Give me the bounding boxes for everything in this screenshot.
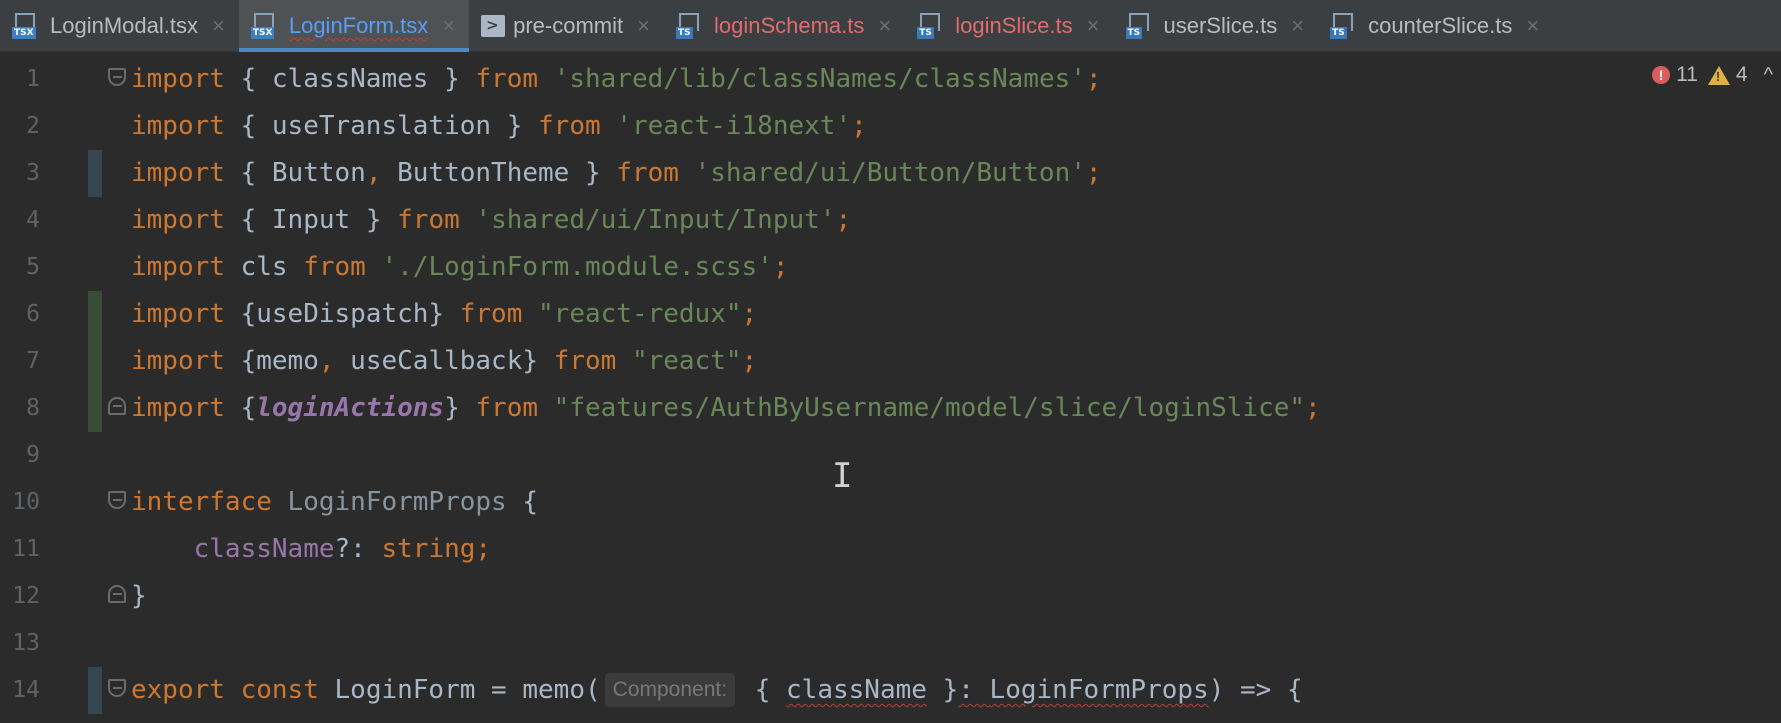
text-cursor-icon: I [832, 456, 853, 496]
ide-editor-window: TSX LoginModal.tsx × TSX LoginForm.tsx ×… [0, 0, 1781, 723]
tab-pre-commit[interactable]: > pre-commit × [469, 0, 664, 52]
shell-script-icon: > [481, 15, 506, 37]
tab-userslice-ts[interactable]: TS userSlice.ts × [1114, 0, 1319, 52]
tab-label: counterSlice.ts [1368, 13, 1513, 38]
code-line-14: export const LoginForm = memo(Component:… [131, 673, 1303, 707]
code-line-2: import { useTranslation } from 'react-i1… [131, 111, 867, 141]
tab-loginform-tsx[interactable]: TSX LoginForm.tsx × [238, 0, 470, 52]
editor-gutter: 1 2 3 4 5 6 7 8 9 10 11 12 13 14 [0, 52, 100, 723]
line-number: 11 [12, 536, 40, 562]
tsx-file-icon: TSX [12, 11, 42, 41]
vcs-modified-marker[interactable] [88, 150, 102, 197]
vcs-added-marker[interactable] [88, 291, 102, 432]
tab-label: loginSchema.ts [713, 13, 865, 38]
line-number: 4 [26, 207, 40, 233]
tab-loginslice-ts[interactable]: TS loginSlice.ts × [905, 0, 1113, 52]
line-number: 6 [26, 301, 40, 327]
tab-label: loginSlice.ts [955, 13, 1073, 38]
tab-loginmodal-tsx[interactable]: TSX LoginModal.tsx × [0, 0, 239, 52]
tab-label: userSlice.ts [1163, 13, 1278, 38]
code-line-10: interface LoginFormProps { [131, 487, 539, 517]
ts-file-icon: TS [1330, 11, 1360, 41]
line-number: 10 [12, 489, 40, 515]
tab-counterslice-ts[interactable]: TS counterSlice.ts × [1318, 0, 1553, 52]
tsx-file-icon: TSX [250, 11, 281, 41]
fold-marker-icon[interactable] [108, 68, 126, 86]
close-icon[interactable]: × [637, 13, 650, 39]
code-line-6: import {useDispatch} from "react-redux"; [131, 299, 758, 329]
line-number: 12 [12, 583, 40, 609]
close-icon[interactable]: × [1526, 13, 1539, 39]
close-icon[interactable]: × [878, 13, 891, 39]
code-editor[interactable]: import { classNames } from 'shared/lib/c… [131, 52, 1781, 723]
code-line-1: import { classNames } from 'shared/lib/c… [131, 64, 1102, 94]
line-number: 14 [12, 677, 40, 703]
editor-tab-bar: TSX LoginModal.tsx × TSX LoginForm.tsx ×… [0, 0, 1781, 52]
fold-marker-icon[interactable] [108, 679, 126, 697]
ts-file-icon: TS [1125, 11, 1156, 41]
line-number: 2 [26, 113, 40, 139]
line-number: 7 [26, 348, 40, 374]
line-number: 5 [26, 254, 40, 280]
code-line-5: import cls from './LoginForm.module.scss… [131, 252, 789, 282]
fold-marker-icon[interactable] [108, 397, 126, 415]
vcs-modified-marker[interactable] [88, 667, 102, 714]
line-number: 9 [26, 442, 40, 468]
code-line-4: import { Input } from 'shared/ui/Input/I… [131, 205, 852, 235]
tab-label: pre-commit [513, 13, 624, 38]
parameter-hint: Component: [604, 673, 736, 707]
line-number: 1 [26, 66, 40, 92]
close-icon[interactable]: × [1087, 13, 1100, 39]
line-number: 13 [12, 630, 40, 656]
line-number: 8 [26, 395, 40, 421]
tab-label: LoginForm.tsx [288, 13, 429, 38]
ts-file-icon: TS [917, 11, 947, 41]
close-icon[interactable]: × [442, 13, 455, 39]
code-line-11: className?: string; [193, 534, 492, 564]
code-line-7: import {memo, useCallback} from "react"; [131, 346, 758, 376]
close-icon[interactable]: × [212, 13, 225, 39]
tab-loginschema-ts[interactable]: TS loginSchema.ts × [664, 0, 905, 52]
fold-marker-icon[interactable] [108, 491, 126, 509]
code-line-12: } [131, 581, 147, 611]
line-number: 3 [26, 160, 40, 186]
code-line-3: import { Button, ButtonTheme } from 'sha… [131, 158, 1102, 188]
ts-file-icon: TS [675, 11, 706, 41]
fold-marker-icon[interactable] [108, 585, 126, 603]
tab-label: LoginModal.tsx [50, 13, 198, 38]
close-icon[interactable]: × [1291, 13, 1304, 39]
code-line-8: import {loginActions} from "features/Aut… [131, 393, 1321, 423]
